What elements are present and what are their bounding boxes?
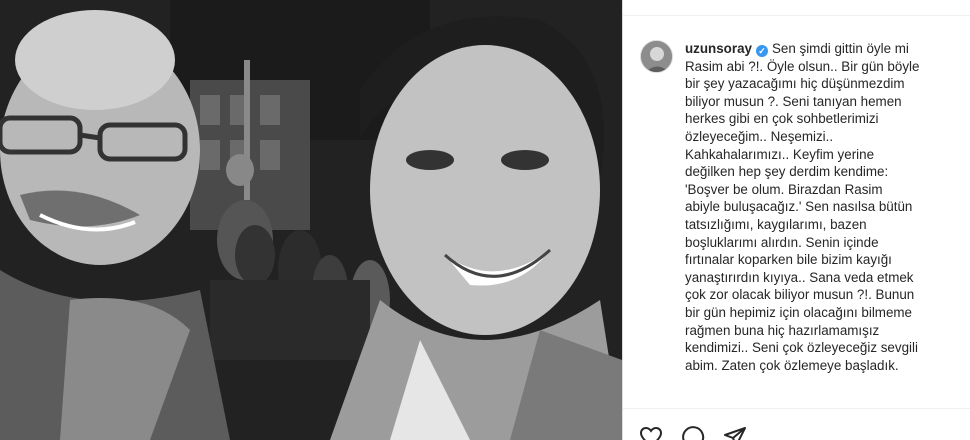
- heart-icon[interactable]: [639, 425, 663, 440]
- caption-line: boşluklarımı alırdın. Senin içinde: [685, 234, 879, 250]
- caption-line: çok zor olacak biliyor musun ?!. Bunun: [685, 287, 915, 303]
- post-sidebar: uzunsoray ✓ Sen şimdi gittin öyle mi Rasim…: [622, 0, 970, 440]
- photo-illustration: [0, 0, 622, 440]
- caption-line: rağmen buna hiç hazırlamamışız: [685, 322, 880, 338]
- caption-line: Kahkahalarımızı.. Keyfim yerine: [685, 146, 875, 162]
- post-photo[interactable]: [0, 0, 622, 440]
- caption-text: uzunsoray ✓ Sen şimdi gittin öyle mi Rasim…: [685, 40, 959, 374]
- caption-line: yanaştırırdın kıyıya.. Sana veda etmek: [685, 269, 914, 285]
- caption-line: özleyeceğim.. Neşemizi..: [685, 128, 834, 144]
- post-header-strip: [623, 0, 970, 16]
- caption-line: bir şey yazacağımı hiç düşünmezdim: [685, 76, 905, 92]
- caption-line: tatsızlığımı, kaygılarımı, bazen: [685, 216, 867, 232]
- post-actions-bar: [623, 409, 970, 440]
- username-link[interactable]: uzunsoray: [685, 41, 752, 56]
- caption-line: abim. Zaten çok özlemeye başladık.: [685, 357, 899, 373]
- caption-line: biliyor musun ?. Seni tanıyan hemen: [685, 93, 902, 109]
- comment-icon[interactable]: [681, 425, 705, 440]
- caption-line: herkes gibi en çok sohbetlerimizi: [685, 111, 879, 127]
- caption-container: uzunsoray ✓ Sen şimdi gittin öyle mi Rasim…: [685, 40, 965, 408]
- caption-line: değilken hep şey derdim kendime:: [685, 164, 889, 180]
- share-icon[interactable]: [723, 425, 747, 440]
- user-avatar[interactable]: [640, 40, 673, 73]
- caption-line: fırtınalar koparken bile bizim kayığı: [685, 252, 892, 268]
- caption-line-text: Sen şimdi gittin öyle mi: [771, 41, 909, 56]
- caption-line: bir gün hepimiz için olacağını bilmeme: [685, 304, 913, 320]
- caption-line: 'Boşver be olum. Birazdan Rasim: [685, 181, 883, 197]
- caption-line: Rasim abi ?!. Öyle olsun.. Bir gün böyle: [685, 58, 920, 74]
- caption-line: abiyle buluşacağız.' Sen nasılsa bütün: [685, 199, 913, 215]
- caption-line: uzunsoray ✓ Sen şimdi gittin öyle mi: [685, 40, 959, 58]
- verified-badge-icon: ✓: [755, 45, 768, 57]
- caption-line: kendimizi.. Seni çok özleyeceğiz sevgili: [685, 340, 918, 356]
